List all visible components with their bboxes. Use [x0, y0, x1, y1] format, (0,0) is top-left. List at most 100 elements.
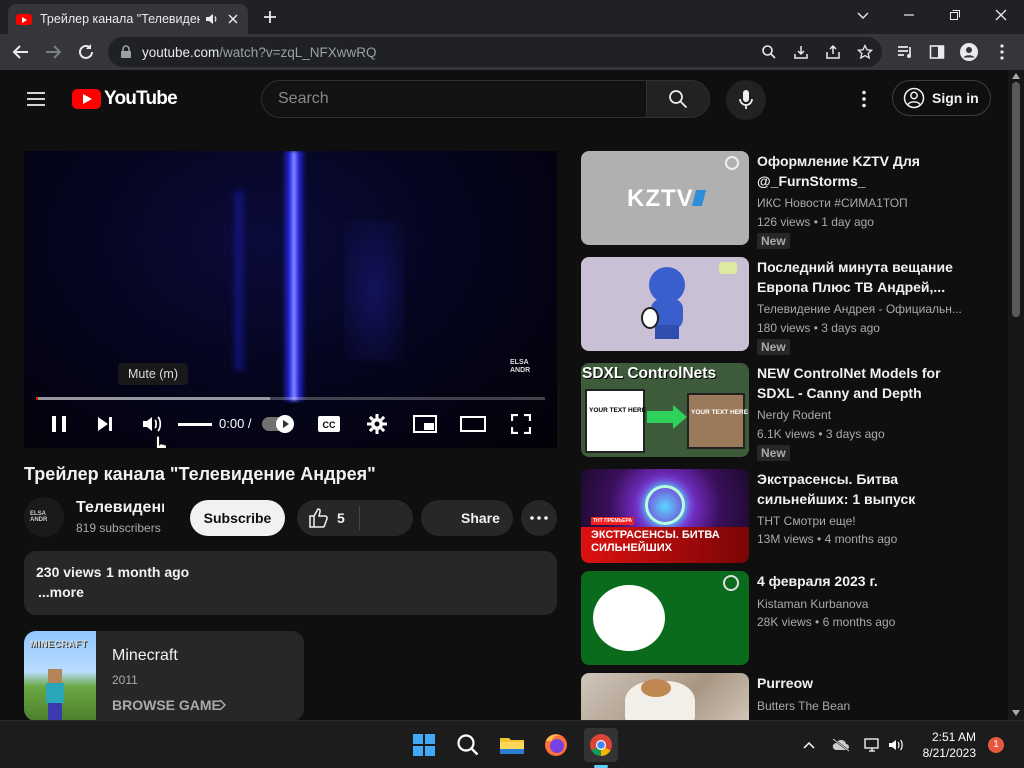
dislike-button[interactable]: [360, 500, 413, 536]
sign-in-button[interactable]: Sign in: [892, 80, 991, 116]
recommendation-channel: Butters The Bean: [757, 699, 851, 713]
search-box: [261, 80, 647, 118]
close-tab-icon[interactable]: [226, 12, 240, 26]
show-more-link[interactable]: ...more: [38, 584, 84, 600]
description-box[interactable]: 230 views 1 month ago ...more: [24, 551, 557, 615]
clock-time[interactable]: 2:51 AM: [932, 730, 976, 744]
reload-icon[interactable]: [77, 43, 95, 61]
recommendation-title: 4 февраля 2023 г.: [757, 573, 878, 589]
volume-icon[interactable]: [142, 414, 164, 434]
url-path: /watch?v=zqL_NFXwwRQ: [219, 45, 377, 60]
thumbnail-corner-badge-icon: [719, 262, 737, 274]
subscribe-button[interactable]: Subscribe: [190, 500, 285, 536]
search-input[interactable]: [278, 90, 618, 108]
zoom-search-icon[interactable]: [761, 44, 777, 60]
next-video-icon[interactable]: [96, 415, 114, 433]
voice-search-button[interactable]: [726, 80, 766, 120]
address-bar[interactable]: youtube.com/watch?v=zqL_NFXwwRQ: [108, 37, 882, 67]
chrome-taskbar-button[interactable]: [584, 728, 618, 768]
channel-name[interactable]: Телевидение Андрея: [76, 499, 164, 517]
recommendation-meta: 126 views • 1 day ago: [757, 215, 874, 229]
recommendation-item[interactable]: 4 февраля 2023 г. Kistaman Kurbanova 28K…: [581, 571, 981, 667]
thumbnail-left-panel: YOUR TEXT HERE: [585, 389, 646, 453]
clock-date[interactable]: 8/21/2023: [923, 746, 976, 760]
fullscreen-icon[interactable]: [511, 414, 531, 434]
recommendation-channel: Телевидение Андрея - Официальн...: [757, 302, 962, 316]
restore-window-icon[interactable]: [948, 8, 962, 22]
like-button[interactable]: 5: [297, 500, 359, 536]
microphone-icon: [739, 90, 753, 109]
video-thumbnail: [581, 673, 749, 720]
scrollbar-thumb[interactable]: [1012, 82, 1020, 317]
upload-date: 1 month ago: [106, 564, 190, 580]
youtube-logo-icon: [72, 89, 101, 109]
install-app-icon[interactable]: [793, 44, 809, 60]
minimize-window-icon[interactable]: [902, 8, 916, 22]
audio-playing-icon[interactable]: [204, 11, 220, 27]
close-window-icon[interactable]: [994, 8, 1008, 22]
speaker-icon[interactable]: [888, 738, 904, 752]
new-tab-icon[interactable]: [262, 9, 278, 25]
video-thumbnail: SDXL ControlNets YOUR TEXT HERE YOUR TEX…: [581, 363, 749, 457]
video-player[interactable]: ELSA ANDR Mute (m) 0:00 / CC: [24, 151, 557, 448]
browser-tab[interactable]: Трейлер канала "Телевидение Андрея": [8, 4, 248, 34]
settings-gear-icon[interactable]: [366, 413, 388, 435]
theater-mode-icon[interactable]: [460, 416, 486, 432]
profile-icon[interactable]: [959, 42, 979, 62]
recommendation-views: 6.1K views: [757, 427, 816, 441]
volume-slider[interactable]: [178, 423, 212, 426]
minecraft-steve-body: [46, 683, 64, 703]
thumbnail-small-figure: [641, 307, 659, 329]
recommendation-item[interactable]: SDXL ControlNets YOUR TEXT HERE YOUR TEX…: [581, 363, 981, 463]
chrome-menu-icon[interactable]: [999, 44, 1005, 60]
recommendation-item[interactable]: KZTV Оформление KZTV Для @_FurnStorms_ И…: [581, 151, 981, 251]
search-button[interactable]: [646, 80, 710, 118]
share-button[interactable]: Share: [421, 500, 513, 536]
recommendation-title: Purreow: [757, 675, 814, 691]
recommendation-item[interactable]: Purreow Butters The Bean: [581, 673, 981, 720]
game-card[interactable]: MINECRAFT Minecraft 2011 BROWSE GAME: [24, 631, 304, 721]
firefox-icon[interactable]: [540, 729, 572, 761]
forward-arrow-icon[interactable]: [44, 43, 62, 61]
progress-bar[interactable]: [36, 397, 545, 400]
back-arrow-icon[interactable]: [12, 43, 30, 61]
file-explorer-icon[interactable]: [496, 729, 528, 761]
miniplayer-icon[interactable]: [413, 415, 437, 433]
taskbar-search-icon[interactable]: [452, 729, 484, 761]
media-control-icon[interactable]: [896, 43, 914, 61]
hamburger-menu-icon[interactable]: [26, 91, 46, 107]
network-icon[interactable]: [864, 738, 880, 752]
pause-icon[interactable]: [50, 415, 68, 433]
more-actions-button[interactable]: [521, 500, 557, 536]
show-hidden-icons-chevron-icon[interactable]: [803, 741, 815, 749]
lock-icon[interactable]: [120, 45, 132, 59]
search-icon: [669, 90, 688, 109]
recommendation-item[interactable]: ТНТ ПРЕМЬЕРА ЭКСТРАСЕНСЫ. БИТВА СИЛЬНЕЙШ…: [581, 469, 981, 565]
scroll-down-arrow-icon[interactable]: [1012, 710, 1020, 716]
recommendation-views: 13M views: [757, 532, 814, 546]
thumbnail-right-panel: YOUR TEXT HERE: [687, 393, 749, 449]
scroll-up-arrow-icon[interactable]: [1012, 73, 1020, 79]
side-panel-icon[interactable]: [929, 44, 945, 60]
onedrive-offline-icon[interactable]: [832, 738, 850, 752]
windows-start-icon[interactable]: [408, 729, 440, 761]
thumbnail-cat-patch: [641, 679, 671, 697]
browse-game-link[interactable]: BROWSE GAME: [112, 697, 221, 713]
notification-badge[interactable]: 1: [988, 737, 1004, 753]
progress-played: [36, 397, 38, 400]
new-badge: New: [757, 445, 790, 461]
share-page-icon[interactable]: [825, 44, 841, 60]
youtube-logo[interactable]: YouTube: [72, 88, 178, 110]
captions-icon[interactable]: CC: [317, 415, 341, 433]
channel-avatar[interactable]: ELSA ANDR: [24, 497, 64, 537]
recommendation-item[interactable]: Последний минута вещание Европа Плюс ТВ …: [581, 257, 981, 357]
url-host: youtube.com: [142, 45, 220, 60]
page-scrollbar[interactable]: [1008, 70, 1024, 720]
bookmark-star-icon[interactable]: [857, 44, 873, 60]
tab-search-chevron-icon[interactable]: [856, 8, 870, 22]
autoplay-toggle[interactable]: [262, 415, 294, 433]
thumbnail-blue-character-legs: [655, 325, 679, 339]
recommendation-age: 3 days ago: [821, 321, 880, 335]
settings-more-icon[interactable]: [861, 90, 867, 108]
thumbnail-panel-text: YOUR TEXT HERE: [691, 409, 749, 416]
